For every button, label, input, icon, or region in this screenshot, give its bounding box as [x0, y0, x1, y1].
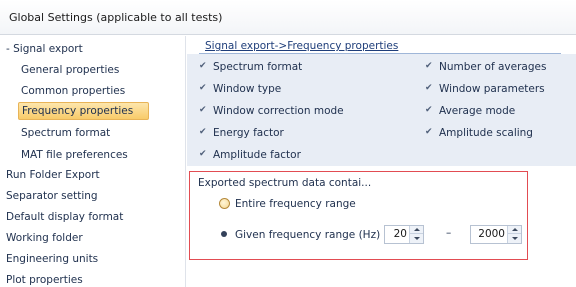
tree-item-frequency-properties[interactable]: Frequency properties [18, 102, 149, 120]
breadcrumb: Signal export->Frequency properties [205, 40, 399, 52]
option-checkbox-panel: Spectrum format Number of averages Windo… [187, 54, 576, 166]
checkbox-energy-factor[interactable]: Energy factor [199, 124, 284, 141]
checkmark-icon [199, 102, 208, 118]
tree-item-separator-setting[interactable]: Separator setting [6, 187, 98, 205]
checkbox-label: Spectrum format [213, 61, 303, 73]
tree-item-working-folder[interactable]: Working folder [6, 229, 83, 247]
frequency-to-value: 2000 [478, 228, 505, 240]
radio-label: Given frequency range (Hz) [235, 229, 381, 241]
chevron-down-icon[interactable] [410, 234, 423, 242]
checkbox-label: Window correction mode [213, 105, 344, 117]
checkmark-icon [425, 124, 434, 140]
checkbox-label: Window type [213, 83, 282, 95]
checkbox-window-type[interactable]: Window type [199, 80, 282, 97]
range-separator: – [446, 227, 452, 239]
checkbox-spectrum-format[interactable]: Spectrum format [199, 58, 303, 75]
checkmark-icon [425, 102, 434, 118]
radio-entire-frequency-range[interactable]: Entire frequency range [219, 196, 356, 212]
checkbox-label: Amplitude factor [213, 149, 301, 161]
frequency-from-value: 20 [393, 228, 407, 240]
checkmark-icon [199, 146, 208, 162]
chevron-down-icon[interactable] [508, 234, 521, 242]
checkbox-amplitude-factor[interactable]: Amplitude factor [199, 146, 301, 163]
export-group-heading: Exported spectrum data contai... [198, 177, 372, 189]
checkbox-window-correction-mode[interactable]: Window correction mode [199, 102, 344, 119]
checkbox-label: Number of averages [439, 61, 547, 73]
tree-item-engineering-units[interactable]: Engineering units [6, 250, 98, 268]
checkmark-icon [199, 124, 208, 140]
tree-item-plot-properties[interactable]: Plot properties [6, 271, 83, 287]
tree-item-run-folder-export[interactable]: Run Folder Export [6, 166, 100, 184]
checkmark-icon [199, 80, 208, 96]
checkbox-average-mode[interactable]: Average mode [425, 102, 516, 119]
checkbox-label: Window parameters [439, 83, 545, 95]
frequency-from-stepper[interactable]: 20 [384, 225, 424, 244]
radio-checked-icon [219, 229, 230, 240]
tree-item-default-display-format[interactable]: Default display format [6, 208, 123, 226]
window-title: Global Settings (applicable to all tests… [0, 0, 576, 35]
tree-item-spectrum-format[interactable]: Spectrum format [21, 124, 110, 142]
checkbox-label: Energy factor [213, 127, 284, 139]
settings-tree: - Signal export General properties Commo… [0, 36, 186, 287]
checkbox-number-of-averages[interactable]: Number of averages [425, 58, 547, 75]
radio-label: Entire frequency range [235, 198, 356, 210]
checkbox-label: Average mode [439, 105, 516, 117]
checkmark-icon [425, 58, 434, 74]
checkmark-icon [199, 58, 208, 74]
tree-item-signal-export[interactable]: - Signal export [6, 40, 83, 58]
settings-panel: Spectrum format Number of averages Windo… [187, 36, 576, 287]
chevron-up-icon[interactable] [410, 226, 423, 234]
exported-spectrum-range-group: Exported spectrum data contai... Entire … [189, 171, 528, 260]
checkmark-icon [425, 80, 434, 96]
stepper-buttons [409, 226, 423, 243]
radio-unchecked-icon [219, 198, 230, 209]
tree-item-mat-file-preferences[interactable]: MAT file preferences [21, 146, 128, 164]
checkbox-label: Amplitude scaling [439, 127, 533, 139]
tree-item-common-properties[interactable]: Common properties [21, 82, 125, 100]
checkbox-amplitude-scaling[interactable]: Amplitude scaling [425, 124, 533, 141]
tree-item-general-properties[interactable]: General properties [21, 61, 119, 79]
stepper-buttons [507, 226, 521, 243]
checkbox-window-parameters[interactable]: Window parameters [425, 80, 545, 97]
frequency-to-stepper[interactable]: 2000 [470, 225, 522, 244]
section-divider [199, 53, 561, 54]
radio-given-frequency-range[interactable]: Given frequency range (Hz) [219, 227, 380, 243]
chevron-up-icon[interactable] [508, 226, 521, 234]
